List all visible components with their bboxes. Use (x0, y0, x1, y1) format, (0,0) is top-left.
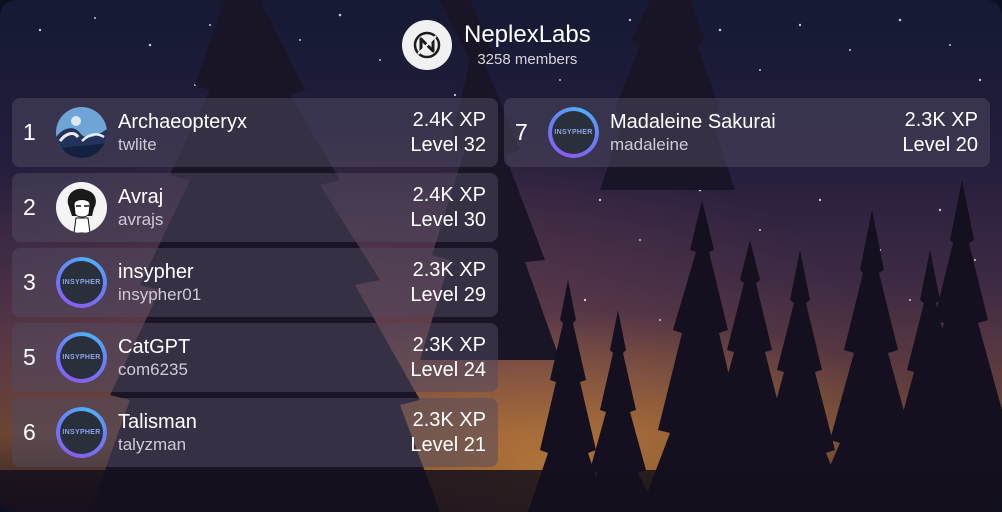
avatar-text: INSYPHER (552, 111, 595, 154)
insypher-avatar: INSYPHER (56, 257, 107, 308)
xp-value: 2.4K XP (412, 184, 486, 206)
user-names: Archaeopteryx twlite (118, 110, 247, 155)
level-value: Level 29 (410, 284, 486, 306)
xp-value: 2.4K XP (412, 109, 486, 131)
user-stats: 2.4K XP Level 32 (410, 108, 486, 158)
display-name: CatGPT (118, 336, 191, 358)
rank-number: 2 (23, 194, 36, 220)
user-names: Talisman talyzman (118, 410, 197, 455)
level-value: Level 32 (410, 134, 486, 156)
xp-value: 2.3K XP (412, 259, 486, 281)
username: insypher01 (118, 285, 202, 304)
leaderboard-entry[interactable]: 6 INSYPHER Talisman talyzman 2.3K XP Lev… (12, 398, 498, 467)
leaderboard-entry[interactable]: 1 Archaeopteryx twlite 2.4K XP Level 32 (12, 98, 498, 167)
rank-number: 7 (515, 119, 528, 145)
avatar-text: INSYPHER (60, 411, 103, 454)
insypher-avatar: INSYPHER (56, 332, 107, 383)
server-info: NeplexLabs 3258 members (464, 21, 591, 69)
level-value: Level 30 (410, 209, 486, 231)
level-value: Level 24 (410, 359, 486, 381)
user-stats: 2.3K XP Level 29 (410, 258, 486, 308)
leaderboard-entry[interactable]: 5 INSYPHER CatGPT com6235 2.3K XP Level … (12, 323, 498, 392)
neplexlabs-logo-icon (402, 20, 452, 70)
leaderboard-card: NeplexLabs 3258 members 1 Archaeopteryx … (0, 0, 1002, 512)
username: avrajs (118, 210, 164, 229)
user-stats: 2.3K XP Level 20 (902, 108, 978, 158)
level-value: Level 20 (902, 134, 978, 156)
user-names: insypher insypher01 (118, 260, 201, 305)
xp-value: 2.3K XP (412, 334, 486, 356)
insypher-avatar: INSYPHER (56, 407, 107, 458)
rank-number: 3 (23, 269, 36, 295)
username: com6235 (118, 360, 188, 379)
display-name: insypher (118, 261, 194, 283)
leaderboard-entry[interactable]: 7 INSYPHER Madaleine Sakurai madaleine 2… (504, 98, 990, 167)
username: madaleine (610, 135, 689, 154)
user-stats: 2.3K XP Level 21 (410, 408, 486, 458)
leaderboard-entry[interactable]: 2 Avraj avrajs 2.4K XP Level 30 (12, 173, 498, 242)
manga-character-avatar (56, 182, 107, 233)
avatar-text: INSYPHER (60, 261, 103, 304)
display-name: Archaeopteryx (118, 111, 247, 133)
member-count: 3258 members (477, 51, 578, 68)
user-names: CatGPT com6235 (118, 335, 190, 380)
user-names: Avraj avrajs (118, 185, 163, 230)
leaderboard-entry[interactable]: 3 INSYPHER insypher insypher01 2.3K XP L… (12, 248, 498, 317)
rank-number: 6 (23, 419, 36, 445)
user-stats: 2.3K XP Level 24 (410, 333, 486, 383)
wave-painting-avatar (56, 107, 107, 158)
rank-number: 5 (23, 344, 36, 370)
server-header: NeplexLabs 3258 members (402, 20, 591, 70)
level-value: Level 21 (410, 434, 486, 456)
username: twlite (118, 135, 157, 154)
display-name: Talisman (118, 411, 197, 433)
insypher-avatar: INSYPHER (548, 107, 599, 158)
rank-number: 1 (23, 119, 36, 145)
xp-value: 2.3K XP (412, 409, 486, 431)
username: talyzman (118, 435, 187, 454)
xp-value: 2.3K XP (904, 109, 978, 131)
avatar-text: INSYPHER (60, 336, 103, 379)
display-name: Avraj (118, 186, 164, 208)
server-name: NeplexLabs (464, 21, 591, 48)
user-names: Madaleine Sakurai madaleine (610, 110, 776, 155)
user-stats: 2.4K XP Level 30 (410, 183, 486, 233)
display-name: Madaleine Sakurai (610, 111, 776, 133)
